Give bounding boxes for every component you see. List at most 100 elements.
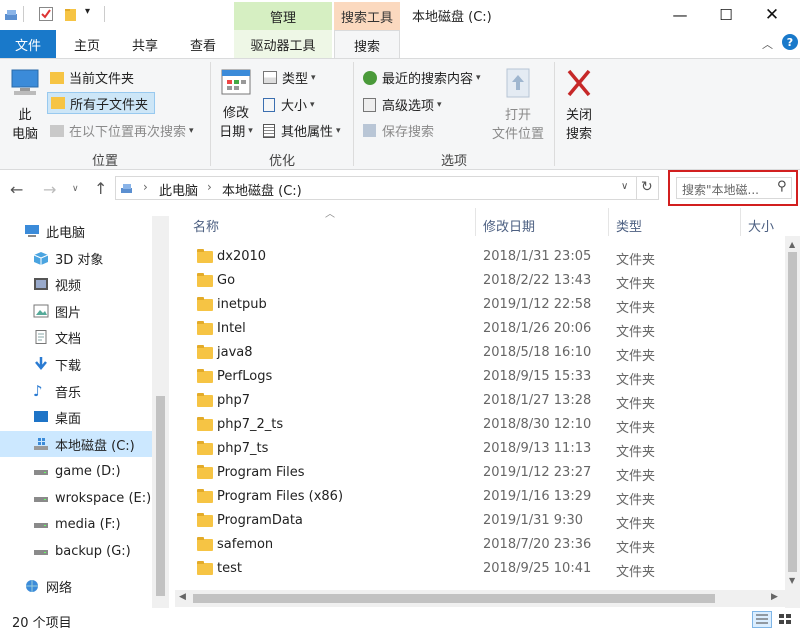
breadcrumb-current[interactable]: 本地磁盘 (C:) [222,180,302,199]
address-dropdown-icon[interactable]: ∨ [621,181,628,192]
address-bar[interactable]: › 此电脑 › 本地磁盘 (C:) ∨ [115,176,637,200]
file-name: php7_2_ts [217,417,284,432]
sidebar-item-backup-g[interactable]: backup (G:) [0,538,152,564]
new-folder-icon[interactable] [63,6,79,22]
scroll-up-icon[interactable]: ▲ [789,240,795,249]
back-button[interactable]: ← [10,180,23,199]
help-icon[interactable]: ? [782,34,798,50]
table-row[interactable]: Go 2018/2/22 13:43 文件夹 [185,269,785,293]
sidebar-item-pictures[interactable]: 图片 [0,298,152,324]
tab-share[interactable]: 共享 [118,30,172,58]
table-row[interactable]: Intel 2018/1/26 20:06 文件夹 [185,317,785,341]
file-list-scroll-thumb[interactable] [788,252,797,572]
h-scroll-thumb[interactable] [193,594,715,603]
download-icon [33,357,49,371]
up-button[interactable]: ↑ [94,179,107,198]
sidebar-item-documents[interactable]: 文档 [0,324,152,350]
sidebar-item-this-pc[interactable]: 此电脑 [0,218,152,244]
save-icon [363,124,376,137]
this-pc-button[interactable]: 此 电脑 [6,66,44,142]
sidebar-item-local-disk-c[interactable]: 本地磁盘 (C:) [0,431,152,457]
details-view-button[interactable] [752,611,772,628]
column-header-date[interactable]: 修改日期 [483,214,603,236]
file-date: 2018/5/18 16:10 [483,345,592,360]
breadcrumb-this-pc[interactable]: 此电脑 [159,180,198,199]
close-search-button[interactable]: 关闭 搜索 [559,66,599,142]
maximize-button[interactable]: ☐ [703,0,749,30]
explorer-app-icon[interactable] [4,6,20,22]
customize-quick-access-icon[interactable]: ▾ [85,6,90,17]
table-row[interactable]: test 2018/9/25 10:41 文件夹 [185,557,785,581]
file-list-scrollbar[interactable]: ▲ ▼ [785,236,800,608]
drive-icon [33,437,49,451]
scroll-left-icon[interactable]: ◀ [179,592,186,602]
scroll-right-icon[interactable]: ▶ [771,592,778,602]
other-properties-button[interactable]: 其他属性 ▾ [263,121,341,140]
open-file-location-button[interactable]: 打开 文件位置 [487,66,549,142]
refresh-button[interactable]: ↻ [637,176,659,200]
table-row[interactable]: Program Files 2019/1/12 23:27 文件夹 [185,461,785,485]
properties-icon[interactable] [38,6,54,22]
folder-icon [197,393,213,407]
file-name: Go [217,273,236,288]
tab-search[interactable]: 搜索 [334,30,400,59]
advanced-options-button[interactable]: 高级选项 ▾ [363,95,442,114]
tab-file[interactable]: 文件 [0,30,56,58]
save-search-button[interactable]: 保存搜索 [363,121,434,140]
forward-button[interactable]: → [43,180,56,199]
table-row[interactable]: Program Files (x86) 2019/1/16 13:29 文件夹 [185,485,785,509]
size-button[interactable]: 大小 ▾ [263,95,315,114]
all-subfolders-button[interactable]: 所有子文件夹 [47,92,155,114]
table-row[interactable]: php7_2_ts 2018/8/30 12:10 文件夹 [185,413,785,437]
tab-view[interactable]: 查看 [176,30,230,58]
close-button[interactable]: ✕ [749,0,795,30]
sidebar-scroll-thumb[interactable] [156,396,165,596]
large-icons-view-button[interactable] [776,611,796,628]
tab-home[interactable]: 主页 [60,30,114,58]
search-input[interactable]: 搜索"本地磁... [682,181,759,198]
sidebar-item-media-f[interactable]: media (F:) [0,511,152,537]
table-row[interactable]: java8 2018/5/18 16:10 文件夹 [185,341,785,365]
sidebar-item-desktop[interactable]: 桌面 [0,404,152,430]
type-button[interactable]: 类型 ▾ [263,68,316,87]
subfolders-icon [51,97,65,109]
sidebar-item-music[interactable]: ♪ 音乐 [0,378,152,404]
recent-searches-button[interactable]: 最近的搜索内容 ▾ [363,68,481,87]
file-list-h-scrollbar[interactable]: ◀ ▶ [175,590,785,607]
scroll-down-icon[interactable]: ▼ [789,576,795,585]
search-again-button[interactable]: 在以下位置再次搜索 ▾ [50,121,194,140]
file-date: 2018/9/25 10:41 [483,561,592,576]
file-date: 2018/9/13 11:13 [483,441,592,456]
table-row[interactable]: php7_ts 2018/9/13 11:13 文件夹 [185,437,785,461]
column-header-type[interactable]: 类型 [616,214,736,236]
sidebar-item-game-d[interactable]: game (D:) [0,458,152,484]
column-header-size[interactable]: 大小 [748,214,784,236]
sidebar-scrollbar[interactable] [152,216,169,608]
table-row[interactable]: ProgramData 2019/1/31 9:30 文件夹 [185,509,785,533]
minimize-button[interactable]: — [657,0,703,30]
context-header-search-tools: 搜索工具 [334,2,400,30]
sidebar-item-downloads[interactable]: 下载 [0,351,152,377]
search-box[interactable]: 搜索"本地磁... ⚲ [668,170,798,206]
sidebar-item-workspace-e[interactable]: wrokspace (E:) [0,485,152,511]
file-date: 2018/1/31 23:05 [483,249,592,264]
recent-locations-button[interactable]: ∨ [72,184,79,194]
column-header-name[interactable]: 名称 [193,214,473,236]
search-icon[interactable]: ⚲ [777,179,787,194]
collapse-ribbon-icon[interactable]: ︿ [762,36,773,52]
table-row[interactable]: PerfLogs 2018/9/15 15:33 文件夹 [185,365,785,389]
table-row[interactable]: inetpub 2019/1/12 22:58 文件夹 [185,293,785,317]
current-folder-button[interactable]: 当前文件夹 [50,68,134,87]
sidebar-item-3d-objects[interactable]: 3D 对象 [0,245,152,271]
sidebar-item-videos[interactable]: 视频 [0,271,152,297]
file-type: 文件夹 [616,277,656,292]
table-row[interactable]: dx2010 2018/1/31 23:05 文件夹 [185,245,785,269]
computer-icon [24,224,40,238]
drive-icon [33,491,49,505]
sidebar-item-network[interactable]: 网络 [0,573,152,599]
table-row[interactable]: php7 2018/1/27 13:28 文件夹 [185,389,785,413]
file-type: 文件夹 [616,301,656,316]
date-modified-button[interactable]: 修改 日期 ▾ [216,66,256,140]
table-row[interactable]: safemon 2018/7/20 23:36 文件夹 [185,533,785,557]
tab-drive-tools[interactable]: 驱动器工具 [234,30,332,58]
